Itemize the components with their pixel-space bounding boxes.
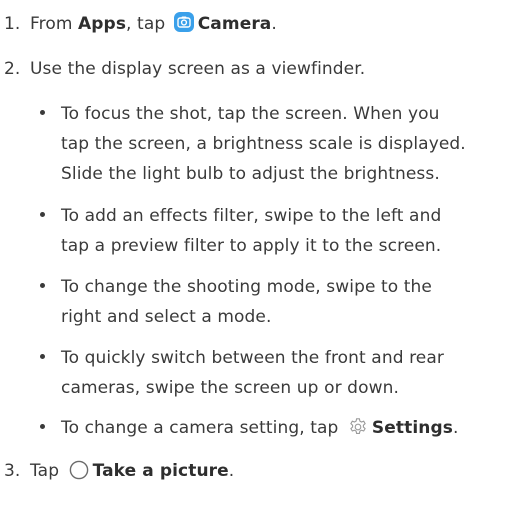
camera-app-icon: [173, 12, 194, 32]
bullet-dot: [40, 110, 45, 115]
apps-label: Apps: [78, 14, 127, 34]
camera-label: Camera: [197, 14, 272, 34]
bullet-dot: [40, 212, 45, 217]
step-number: 3.: [4, 461, 21, 481]
bullet-dot: [40, 354, 45, 359]
step-number: 1.: [4, 14, 21, 34]
step-number: 2.: [4, 59, 21, 79]
bullet-dot: [40, 283, 45, 288]
bullet-dot: [40, 424, 45, 429]
gear-icon: [348, 417, 368, 447]
circle-icon: [69, 460, 89, 488]
step-text: Use the display screen as a viewfinder.: [30, 59, 366, 79]
take-picture-label: Take a picture: [92, 461, 229, 481]
instructions-page: 1. From Apps, tap Camera. 2. Use the dis…: [0, 0, 526, 508]
settings-label: Settings: [371, 418, 453, 438]
